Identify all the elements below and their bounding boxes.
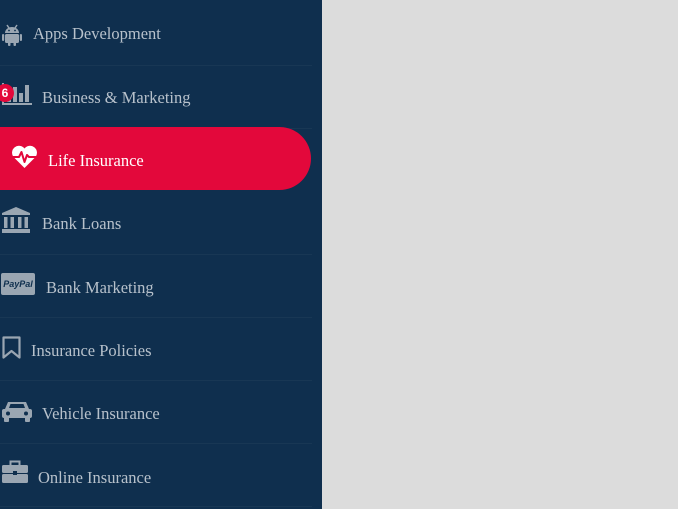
sidebar-item-label: Life Insurance <box>48 151 144 170</box>
sidebar-item-vehicle-insurance[interactable]: Vehicle Insurance <box>0 381 322 444</box>
sidebar-item-label: Insurance Policies <box>31 341 152 360</box>
sidebar-item-label: Apps Development <box>33 24 161 43</box>
bank-icon <box>2 207 30 233</box>
sidebar-item-insurance-policies[interactable]: Insurance Policies <box>0 318 322 381</box>
sidebar-item-bank-loans[interactable]: Bank Loans <box>0 192 322 255</box>
sidebar-item-bank-marketing[interactable]: PayPal Bank Marketing <box>0 255 322 318</box>
sidebar-item-online-insurance[interactable]: Online Insurance <box>0 444 322 507</box>
sidebar-item-business-marketing[interactable]: 6 Business & Marketing <box>0 66 322 129</box>
sidebar-item-apps-development[interactable]: Apps Development <box>0 3 322 66</box>
main-content-area <box>322 0 678 509</box>
sidebar-item-label: Vehicle Insurance <box>42 404 160 423</box>
sidebar-item-life-insurance[interactable]: Life Insurance <box>0 127 311 190</box>
paypal-icon: PayPal <box>1 273 35 295</box>
sidebar-item-label: Bank Loans <box>42 214 122 233</box>
android-icon <box>2 24 22 46</box>
heartbeat-icon <box>11 145 38 168</box>
sidebar-item-label: Online Insurance <box>38 468 152 487</box>
bookmark-icon <box>2 336 21 359</box>
sidebar-item-label: Bank Marketing <box>46 278 154 297</box>
car-icon <box>2 402 32 422</box>
sidebar: Apps Development 6 Business & Marketing … <box>0 0 322 509</box>
sidebar-item-label: Business & Marketing <box>42 88 191 107</box>
briefcase-icon <box>2 460 28 483</box>
